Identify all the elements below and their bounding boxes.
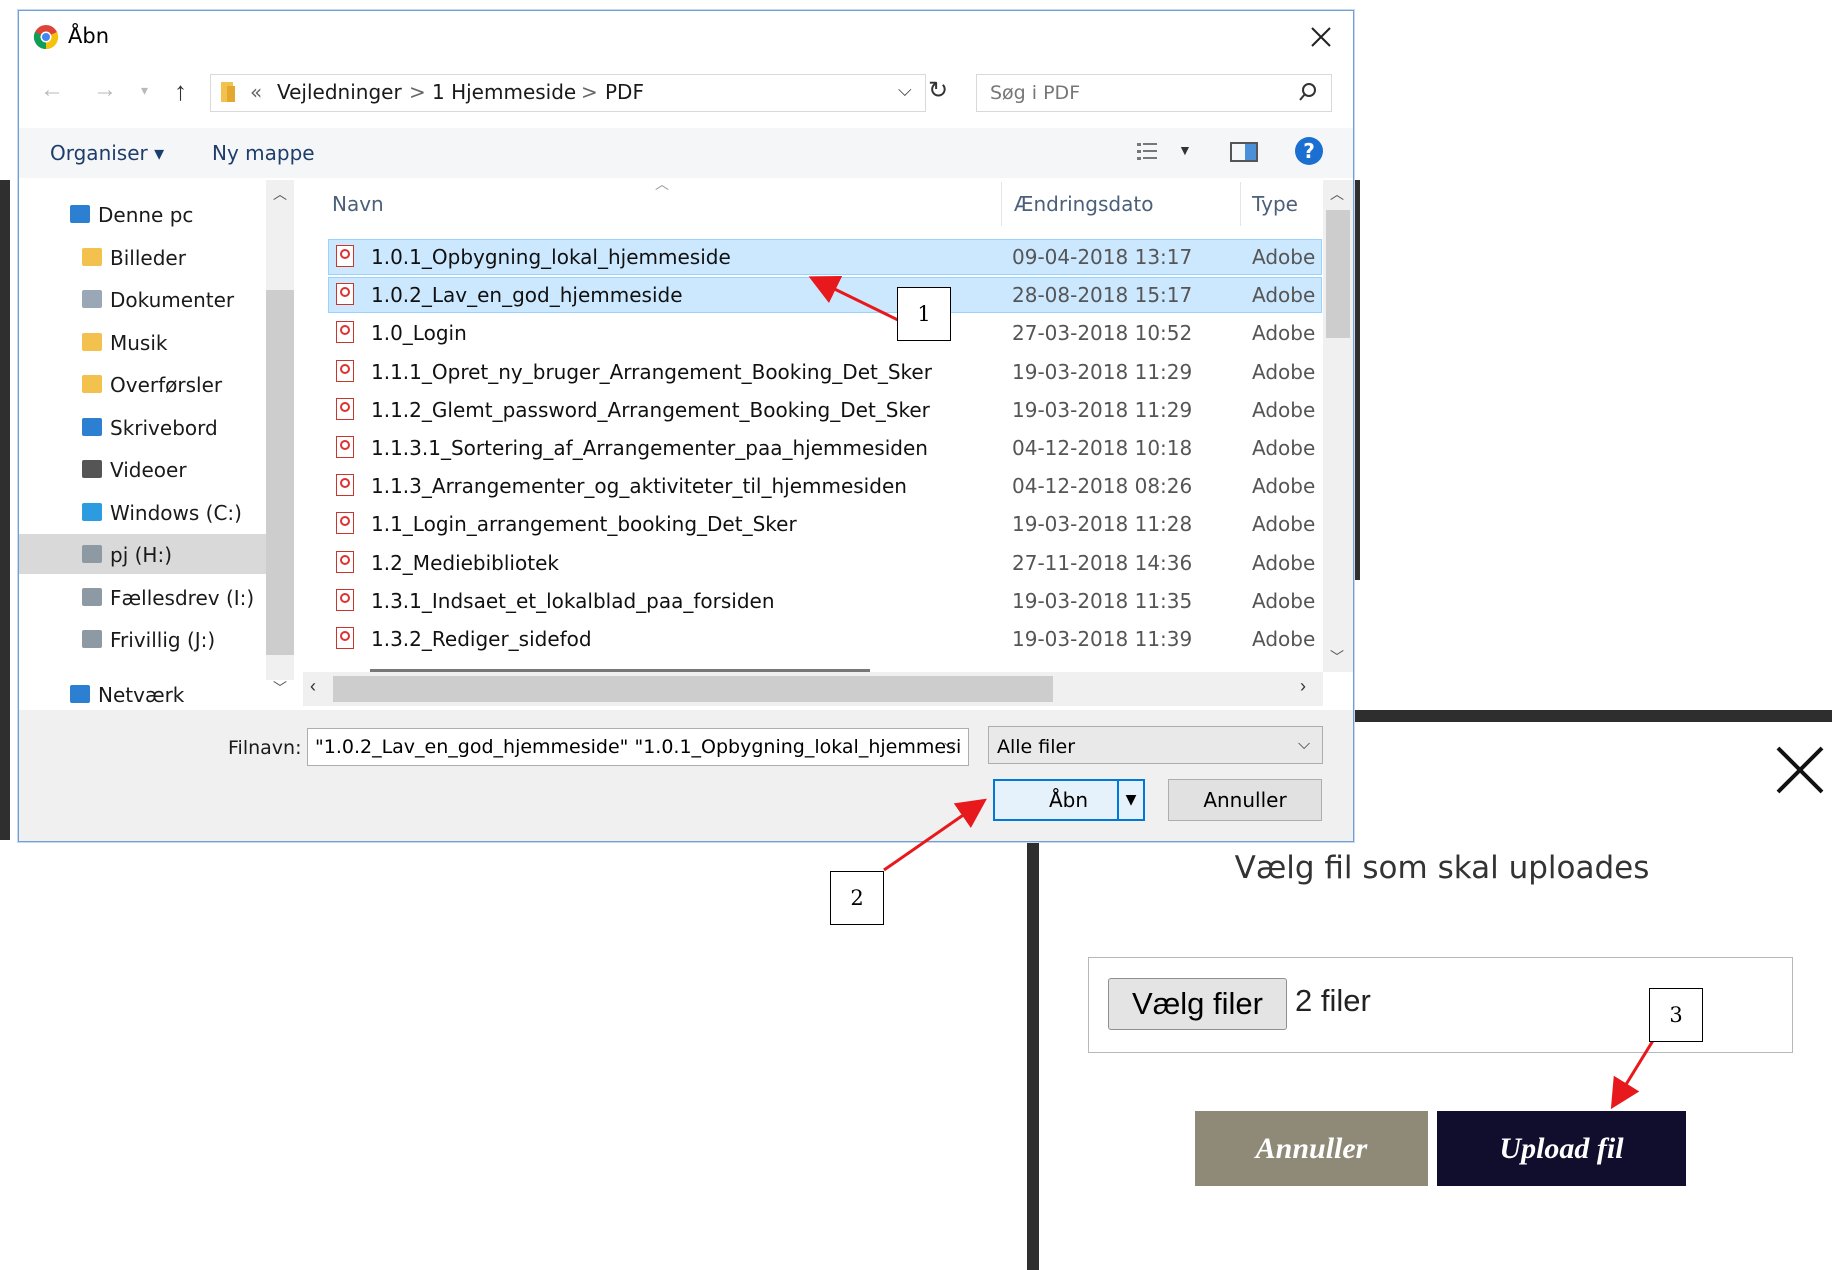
annotation-arrows bbox=[808, 276, 1656, 1110]
callout-3: 3 bbox=[1649, 988, 1703, 1042]
callout-2: 2 bbox=[830, 871, 884, 925]
callout-1: 1 bbox=[897, 287, 951, 341]
annotation-arrow-3 bbox=[1610, 1038, 1656, 1110]
annotation-arrow-1 bbox=[808, 276, 899, 322]
annotation-arrow-2 bbox=[883, 798, 987, 872]
